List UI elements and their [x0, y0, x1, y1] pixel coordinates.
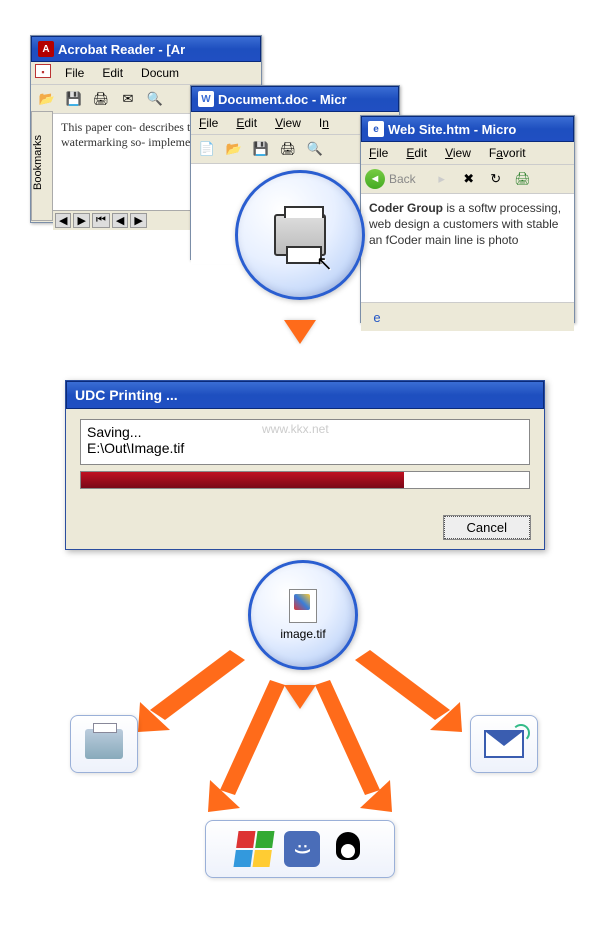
menu-docum[interactable]: Docum	[137, 64, 183, 82]
forward-icon: ▸	[430, 168, 454, 190]
tif-file-icon	[289, 589, 317, 623]
menu-edit[interactable]: Edit	[98, 64, 127, 82]
ie-globe-icon: e	[365, 306, 389, 328]
save-icon-w[interactable]: 💾	[249, 138, 273, 160]
progress-fill	[81, 472, 404, 488]
search-icon[interactable]: 🔍	[143, 88, 167, 110]
cursor-icon: ↖	[316, 251, 333, 276]
new-icon[interactable]: 📄	[195, 138, 219, 160]
page-first[interactable]: ⏮	[92, 213, 110, 228]
dest-email[interactable]	[470, 715, 538, 773]
refresh-icon[interactable]: ↻	[484, 168, 508, 190]
dialog-titlebar[interactable]: UDC Printing ...	[66, 381, 544, 409]
mac-logo-icon	[284, 831, 320, 867]
ie-content: Coder Group is a softw processing, web d…	[361, 194, 574, 302]
print-icon-w[interactable]: 🖨	[276, 138, 300, 160]
menu-view-ie[interactable]: View	[441, 144, 475, 162]
arrow-down-right	[310, 680, 420, 820]
title-acrobat: Acrobat Reader - [Ar	[58, 42, 185, 57]
dest-printer[interactable]	[70, 715, 138, 773]
menu-view-w[interactable]: View	[271, 114, 305, 132]
print-icon-ie[interactable]: 🖨	[511, 168, 535, 190]
output-file-circle: image.tif	[248, 560, 358, 670]
menu-edit-ie[interactable]: Edit	[402, 144, 431, 162]
window-ie: e Web Site.htm - Micro File Edit View Fa…	[360, 115, 575, 323]
titlebar-word[interactable]: W Document.doc - Micr	[191, 86, 399, 112]
preview-icon[interactable]: 🔍	[303, 138, 327, 160]
printer-large-icon[interactable]	[274, 214, 326, 256]
print-action-circle: ↖	[235, 170, 365, 300]
ie-icon: e	[368, 121, 384, 137]
watermark-text: www.kkx.net	[262, 422, 329, 436]
titlebar-acrobat[interactable]: A Acrobat Reader - [Ar	[31, 36, 261, 62]
stop-icon[interactable]: ✖	[457, 168, 481, 190]
file-label: image.tif	[280, 627, 325, 641]
windows-logo-icon	[233, 831, 274, 867]
title-ie: Web Site.htm - Micro	[388, 122, 516, 137]
progress-bar	[80, 471, 530, 489]
cancel-button[interactable]: Cancel	[444, 516, 530, 539]
pdf-doc-icon: ▪	[35, 64, 51, 78]
page-prev[interactable]: ◀	[112, 213, 128, 228]
ie-statusbar: e	[361, 302, 574, 331]
menu-file-w[interactable]: File	[195, 114, 222, 132]
udc-dialog: UDC Printing ... Saving... E:\Out\Image.…	[65, 380, 545, 550]
arrow-down-1	[284, 320, 316, 344]
dialog-title: UDC Printing ...	[75, 387, 178, 403]
title-word: Document.doc - Micr	[218, 92, 347, 107]
page-next[interactable]: ▶	[130, 213, 146, 228]
envelope-icon	[484, 730, 524, 758]
menubar-acrobat[interactable]: ▪ File Edit Docum	[31, 62, 261, 85]
back-button[interactable]: ◄Back	[365, 169, 416, 189]
word-icon: W	[198, 91, 214, 107]
menu-edit-w[interactable]: Edit	[232, 114, 261, 132]
scroll-next[interactable]: ▶	[73, 213, 89, 228]
open-icon[interactable]: 📂	[35, 88, 59, 110]
titlebar-ie[interactable]: e Web Site.htm - Micro	[361, 116, 574, 142]
menu-ins-w[interactable]: In	[315, 114, 333, 132]
arrow-down-left	[180, 680, 290, 820]
dialog-path: E:\Out\Image.tif	[87, 440, 523, 456]
print-icon[interactable]: 🖨	[89, 88, 113, 110]
menu-fav-ie[interactable]: Favorit	[485, 144, 530, 162]
arrow-down-2	[284, 685, 316, 709]
printer-small-icon	[85, 729, 123, 759]
open-icon-w[interactable]: 📂	[222, 138, 246, 160]
linux-tux-icon	[332, 830, 364, 868]
mail-icon[interactable]: ✉	[116, 88, 140, 110]
menu-file-ie[interactable]: File	[365, 144, 392, 162]
dest-os[interactable]	[205, 820, 395, 878]
toolbar-ie: ◄Back ▸ ✖ ↻ 🖨	[361, 165, 574, 194]
sync-arrows-icon	[512, 724, 530, 742]
back-arrow-icon: ◄	[365, 169, 385, 189]
menu-file[interactable]: File	[61, 64, 88, 82]
scroll-prev[interactable]: ◀	[55, 213, 71, 228]
ie-strong: Coder Group	[369, 201, 443, 215]
acrobat-icon: A	[38, 41, 54, 57]
bookmarks-tab[interactable]: Bookmarks	[31, 111, 53, 221]
save-icon[interactable]: 💾	[62, 88, 86, 110]
menubar-ie[interactable]: File Edit View Favorit	[361, 142, 574, 165]
